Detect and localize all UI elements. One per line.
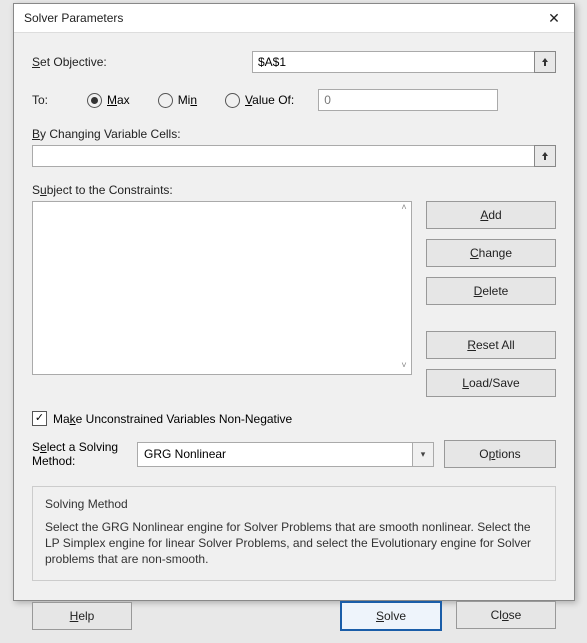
objective-ref-picker-icon[interactable] [534, 51, 556, 73]
solving-method-info: Solving Method Select the GRG Nonlinear … [32, 486, 556, 581]
value-of-input[interactable] [318, 89, 498, 111]
solving-method-value: GRG Nonlinear [144, 447, 226, 461]
radio-value-of-label: Value Of: [245, 93, 294, 107]
add-button[interactable]: Add [426, 201, 556, 229]
radio-min[interactable]: Min [158, 93, 197, 108]
help-button[interactable]: Help [32, 602, 132, 630]
changing-cells-ref-picker-icon[interactable] [534, 145, 556, 167]
close-icon[interactable]: ✕ [534, 4, 574, 32]
radio-max[interactable]: Max [87, 93, 130, 108]
close-button[interactable]: Close [456, 601, 556, 629]
dialog-title: Solver Parameters [24, 11, 123, 25]
info-body: Select the GRG Nonlinear engine for Solv… [45, 519, 543, 568]
scroll-down-icon: ˅ [397, 360, 411, 374]
titlebar: Solver Parameters ✕ [14, 4, 574, 33]
scroll-up-icon: ˄ [397, 202, 411, 216]
to-label: To: [32, 93, 87, 107]
delete-button[interactable]: Delete [426, 277, 556, 305]
set-objective-label: Set Objective: [32, 55, 152, 69]
chevron-down-icon: ▾ [413, 442, 434, 467]
scrollbar[interactable]: ˄ ˅ [397, 202, 411, 374]
solve-button[interactable]: Solve [340, 601, 442, 631]
solver-parameters-dialog: Solver Parameters ✕ Set Objective: To: M… [13, 3, 575, 601]
radio-min-label: Min [178, 93, 197, 107]
changing-cells-input[interactable] [32, 145, 535, 167]
radio-value-of[interactable]: Value Of: [225, 93, 294, 108]
options-button[interactable]: Options [444, 440, 556, 468]
radio-icon [225, 93, 240, 108]
solving-method-label: Select a Solving Method: [32, 440, 127, 468]
set-objective-input[interactable] [252, 51, 535, 73]
change-button[interactable]: Change [426, 239, 556, 267]
radio-max-label: Max [107, 93, 130, 107]
load-save-button[interactable]: Load/Save [426, 369, 556, 397]
radio-icon [87, 93, 102, 108]
checkmark-icon: ✓ [32, 411, 47, 426]
reset-all-button[interactable]: Reset All [426, 331, 556, 359]
constraints-listbox[interactable]: ˄ ˅ [32, 201, 412, 375]
info-title: Solving Method [45, 497, 543, 511]
radio-icon [158, 93, 173, 108]
solving-method-select[interactable]: GRG Nonlinear ▾ [137, 442, 434, 467]
changing-cells-label: By Changing Variable Cells: [32, 127, 556, 141]
constraints-label: Subject to the Constraints: [32, 183, 556, 197]
non-negative-label: Make Unconstrained Variables Non-Negativ… [53, 412, 292, 426]
non-negative-checkbox[interactable]: ✓ Make Unconstrained Variables Non-Negat… [32, 411, 556, 426]
